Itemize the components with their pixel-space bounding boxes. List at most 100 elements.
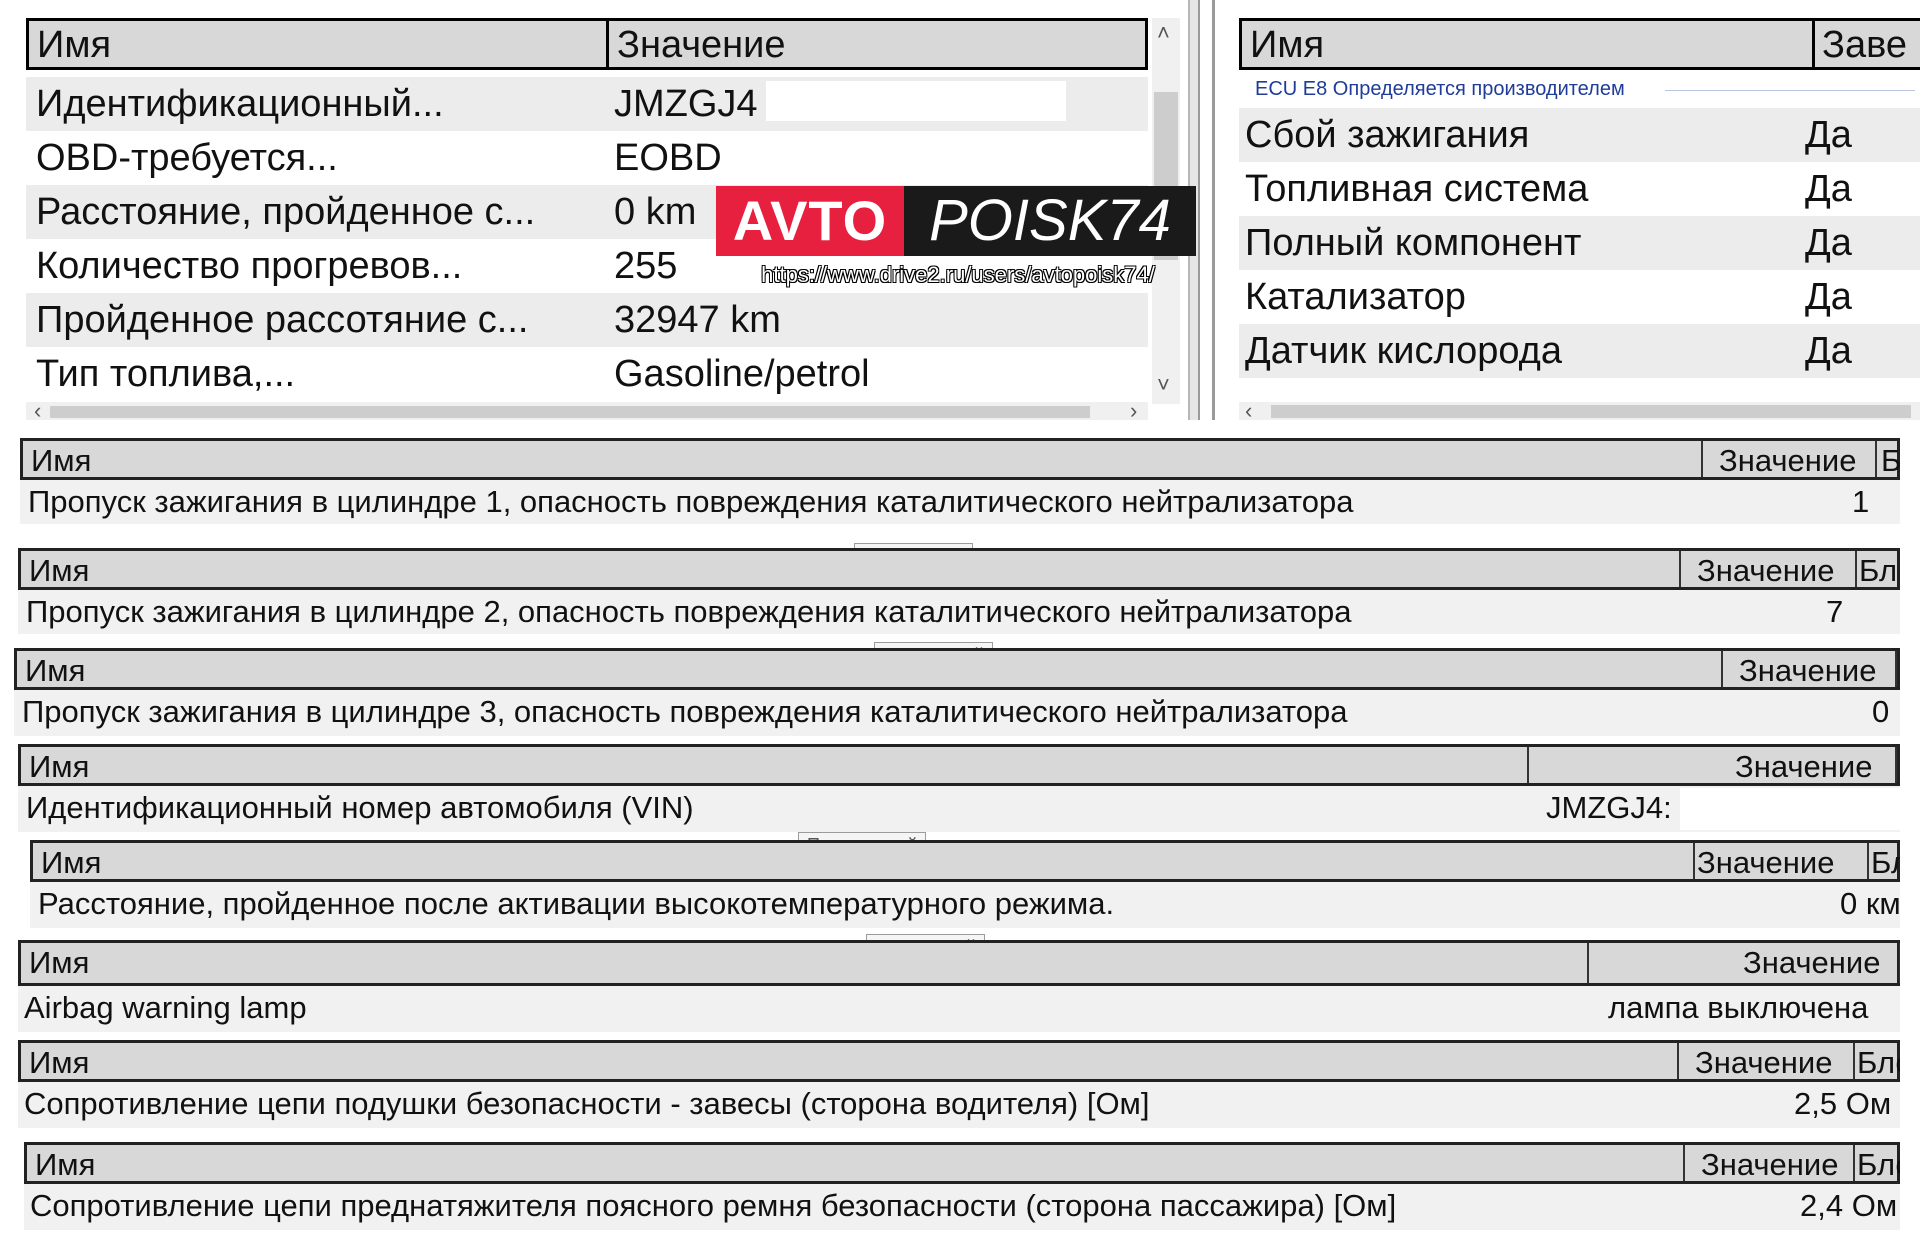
column-divider[interactable] (1899, 943, 1900, 983)
row-name: Тип топлива,... (36, 353, 296, 395)
scroll-down-icon[interactable]: ˅ (1157, 374, 1170, 396)
column-divider[interactable] (1855, 551, 1857, 587)
column-divider[interactable] (1701, 441, 1703, 477)
misfire-cyl3-table: Имя Значение Пропуск зажигания в цилиндр… (14, 648, 1900, 738)
watermark-logo: AVTO POISK74 (716, 186, 1196, 256)
column-divider[interactable] (1683, 1145, 1685, 1181)
row-name: Датчик кислорода (1245, 330, 1562, 372)
table-row[interactable]: Полный компонент Да (1239, 216, 1920, 270)
column-header-name[interactable]: Имя (37, 23, 111, 67)
row-name: Топливная система (1245, 168, 1589, 210)
row-value: Да (1805, 168, 1852, 210)
column-header-name[interactable]: Имя (29, 1045, 89, 1081)
table-row[interactable]: Топливная система Да (1239, 162, 1920, 216)
table-row[interactable]: Пройденное рассотяние с... 32947 km (26, 293, 1148, 347)
group-divider (1665, 90, 1915, 91)
horizontal-scroll-thumb[interactable] (50, 406, 1090, 418)
column-header-value[interactable]: Значение (1701, 1147, 1838, 1183)
watermark-url: https://www.drive2.ru/users/avtopoisk74/ (761, 262, 1155, 287)
table-row[interactable]: Пропуск зажигания в цилиндре 1, опасност… (20, 480, 1900, 524)
table-row[interactable]: Тип топлива,... Gasoline/petrol (26, 347, 1148, 401)
vin-table: Имя Значение Идентификационный номер авт… (18, 744, 1900, 834)
row-value: 0 km (614, 191, 697, 233)
curtain-airbag-resistance-table: Имя Значение Бло Сопротивление цепи поду… (18, 1040, 1900, 1130)
column-header-name[interactable]: Имя (35, 1147, 95, 1183)
redaction-mask (766, 81, 1066, 121)
misfire-cyl2-table: Имя Значение Бл Пропуск зажигания в цили… (18, 548, 1900, 634)
column-header-value[interactable]: Значение (1697, 553, 1834, 589)
row-value: 1 (1852, 484, 1870, 519)
column-divider[interactable] (1875, 441, 1877, 477)
column-header-name[interactable]: Имя (1250, 23, 1324, 67)
row-value: Да (1805, 330, 1852, 372)
column-header-extra[interactable]: Бл (1859, 553, 1897, 589)
table-row[interactable]: Пропуск зажигания в цилиндре 2, опасност… (18, 590, 1900, 634)
redaction-mask (1680, 788, 1900, 830)
column-header-name[interactable]: Имя (25, 653, 85, 689)
scroll-right-icon[interactable]: › (1130, 400, 1137, 421)
row-name: Сопротивление цепи подушки безопасности … (24, 1086, 1150, 1121)
column-divider[interactable] (1812, 21, 1815, 67)
column-divider[interactable] (1721, 651, 1723, 687)
table-header: Имя Значение Бло (30, 840, 1900, 882)
watermark-logo-left: AVTO (716, 186, 904, 256)
table-header: Имя Значение Бло (24, 1142, 1900, 1184)
seatbelt-pretensioner-resistance-table: Имя Значение Бло Сопротивление цепи пред… (24, 1142, 1900, 1234)
table-row[interactable]: Сбой зажигания Да (1239, 108, 1920, 162)
column-header-extra[interactable]: Бло (1857, 1147, 1900, 1183)
column-divider[interactable] (1853, 1043, 1855, 1079)
column-divider[interactable] (1693, 843, 1695, 879)
table-header: Имя Значение Б (20, 438, 1900, 480)
row-value: EOBD (614, 137, 722, 179)
table-row[interactable]: Сопротивление цепи преднатяжителя поясно… (24, 1184, 1900, 1230)
column-header-value[interactable]: Заве (1822, 23, 1907, 67)
column-divider[interactable] (1895, 747, 1897, 783)
scroll-up-icon[interactable]: ˄ (1157, 22, 1170, 44)
row-name: Расстояние, пройденное с... (36, 191, 536, 233)
table-row[interactable]: Airbag warning lamp лампа выключена (18, 986, 1900, 1032)
column-header-name[interactable]: Имя (31, 443, 91, 479)
table-row[interactable]: Пропуск зажигания в цилиндре 3, опасност… (14, 690, 1900, 736)
column-header-name[interactable]: Имя (41, 845, 101, 881)
table-header: Имя Значение Бл (18, 548, 1900, 590)
column-header-name[interactable]: Имя (29, 749, 89, 785)
column-header-extra[interactable]: Бло (1871, 845, 1900, 881)
column-header-value[interactable]: Значение (1695, 1045, 1832, 1081)
scroll-left-icon[interactable]: ‹ (1245, 400, 1252, 421)
watermark-logo-right: POISK74 (904, 186, 1196, 256)
table-row[interactable]: Сопротивление цепи подушки безопасности … (18, 1082, 1900, 1128)
scroll-left-icon[interactable]: ‹ (34, 400, 41, 421)
row-value: Да (1805, 276, 1852, 318)
column-header-value[interactable]: Значение (1739, 653, 1876, 689)
table-row[interactable]: Идентификационный... JMZGJ4 (26, 77, 1148, 131)
row-value: 0 (1872, 694, 1890, 729)
misfire-cyl1-table: Имя Значение Б Пропуск зажигания в цилин… (20, 438, 1900, 526)
column-divider[interactable] (1853, 1145, 1855, 1181)
column-divider[interactable] (1677, 1043, 1679, 1079)
column-header-value[interactable]: Значение (1719, 443, 1856, 479)
column-header-extra[interactable]: Бло (1857, 1045, 1900, 1081)
row-value: Да (1805, 222, 1852, 264)
column-divider[interactable] (606, 21, 609, 67)
column-divider[interactable] (1895, 651, 1897, 687)
table-row[interactable]: Датчик кислорода Да (1239, 324, 1920, 378)
column-header-value[interactable]: Значение (617, 23, 786, 67)
column-divider[interactable] (1867, 843, 1869, 879)
column-header-name[interactable]: Имя (29, 945, 89, 981)
column-divider[interactable] (1527, 747, 1529, 783)
group-label: ECU E8 Определяется производителем (1255, 78, 1625, 100)
column-header-value[interactable]: Значение (1697, 845, 1834, 881)
table-row[interactable]: Идентификационный номер автомобиля (VIN)… (18, 786, 1900, 832)
row-name: Сопротивление цепи преднатяжителя поясно… (30, 1188, 1397, 1223)
column-header-extra[interactable]: Б (1881, 443, 1900, 479)
column-divider[interactable] (1679, 551, 1681, 587)
horizontal-scroll-thumb[interactable] (1271, 405, 1911, 418)
column-header-value[interactable]: Значение (1735, 749, 1872, 785)
table-row[interactable]: Катализатор Да (1239, 270, 1920, 324)
column-divider[interactable] (1587, 943, 1589, 983)
table-header: Имя Заве (1239, 18, 1920, 70)
table-row[interactable]: OBD-требуется... EOBD (26, 131, 1148, 185)
column-header-name[interactable]: Имя (29, 553, 89, 589)
column-header-value[interactable]: Значение (1743, 945, 1880, 981)
table-row[interactable]: Расстояние, пройденное после активации в… (30, 882, 1900, 928)
